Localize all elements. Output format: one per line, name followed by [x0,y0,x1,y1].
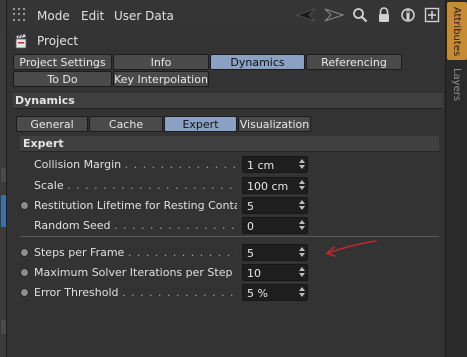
field-value: 0 [247,220,254,233]
side-tab-strip: Attributes Layers [445,0,467,357]
section-title: Dynamics [15,94,75,107]
stepper-arrows-icon[interactable] [298,267,305,279]
field-value: 10 [247,267,261,280]
tab-dynamics[interactable]: Dynamics [210,54,305,70]
collision-margin-field[interactable]: 1 cm [242,156,308,173]
stepper-arrows-icon[interactable] [298,180,305,192]
param-row-collision-margin: Collision Margin . . . . . . . . . . . .… [19,156,319,174]
field-value: 5 [247,247,254,260]
panel-edge-notch [1,320,6,334]
param-row-scale: Scale . . . . . . . . . . . . . . . . . … [19,177,319,195]
tab-to-do[interactable]: To Do [13,71,112,87]
subtab-expert[interactable]: Expert [164,116,237,132]
lock-icon[interactable] [375,6,393,24]
tab-key-interpolation[interactable]: Key Interpolation [113,71,209,87]
param-label: Restitution Lifetime for Resting Contact [34,199,237,212]
field-value: 100 cm [247,180,289,193]
stepper-arrows-icon[interactable] [298,200,305,212]
stepper-arrows-icon[interactable] [298,247,305,259]
side-tab-label: Attributes [451,6,463,56]
add-panel-icon[interactable] [423,6,441,24]
main-tabs-row-1: Project Settings Info Dynamics Referenci… [13,54,403,70]
tab-referencing[interactable]: Referencing [306,54,402,70]
stepper-arrows-icon[interactable] [298,220,305,232]
tab-project-settings[interactable]: Project Settings [13,54,112,70]
annotation-arrow-icon [326,240,377,257]
menu-edit[interactable]: Edit [81,9,104,23]
param-label: Scale . . . . . . . . . . . . . . . . . … [34,179,237,192]
side-tab-attributes[interactable]: Attributes [447,2,467,60]
animate-radio-icon[interactable] [20,288,29,297]
menu-mode[interactable]: Mode [37,9,70,23]
random-seed-field[interactable]: 0 [242,217,308,234]
param-row-random-seed: Random Seed . . . . . . . . . . . . . . … [19,217,319,235]
project-clapper-icon [13,33,29,49]
subtab-cache[interactable]: Cache [89,116,163,132]
settings-icon[interactable] [399,6,417,24]
group-header-expert: Expert [20,136,439,152]
param-label: Steps per Frame . . . . . . . . . . . . … [34,246,237,259]
param-row-error-threshold: Error Threshold . . . . . . . . . . . . … [19,284,319,302]
param-row-max-solver-iterations: Maximum Solver Iterations per Step . . .… [19,264,319,282]
adjacent-panel-edge [0,0,7,357]
param-row-steps-per-frame: Steps per Frame . . . . . . . . . . . . … [19,244,319,262]
attribute-manager: Mode Edit User Data Project Project Sett… [7,0,445,357]
stepper-arrows-icon[interactable] [298,159,305,171]
subtab-general[interactable]: General [16,116,88,132]
menu-user-data[interactable]: User Data [114,9,174,23]
error-threshold-field[interactable]: 5 % [242,284,308,301]
subtab-visualization[interactable]: Visualization [238,116,311,132]
side-tab-label: Layers [451,67,463,101]
toolbar-icons [295,6,441,24]
panel-edge-notch [1,168,6,182]
stepper-arrows-icon[interactable] [298,287,305,299]
param-label: Collision Margin . . . . . . . . . . . .… [34,158,237,171]
steps-per-frame-field[interactable]: 5 [242,244,308,261]
restitution-lifetime-field[interactable]: 5 [242,197,308,214]
object-header: Project [7,31,445,51]
max-solver-iterations-field[interactable]: 10 [242,264,308,281]
search-icon[interactable] [351,6,369,24]
animate-radio-icon[interactable] [20,268,29,277]
animate-radio-icon[interactable] [20,201,29,210]
animate-radio-icon[interactable] [20,248,29,257]
param-label: Random Seed . . . . . . . . . . . . . . … [34,219,237,232]
panel-edge-highlight [1,195,6,227]
field-value: 5 % [247,287,268,300]
main-tabs-row-2: To Do Key Interpolation [13,71,210,87]
sub-tabs: General Cache Expert Visualization [16,116,312,132]
menubar: Mode Edit User Data [7,0,445,29]
param-row-restitution-lifetime: Restitution Lifetime for Resting Contact… [19,197,319,215]
param-label: Maximum Solver Iterations per Step . . .… [34,266,237,279]
scale-field[interactable]: 100 cm [242,177,308,194]
field-value: 5 [247,200,254,213]
param-label: Error Threshold . . . . . . . . . . . . … [34,286,237,299]
tab-info[interactable]: Info [113,54,209,70]
pointer-right-icon[interactable] [323,6,345,24]
field-value: 1 cm [247,159,275,172]
object-name: Project [37,34,79,48]
group-title: Expert [23,137,64,150]
pointer-left-icon[interactable] [295,6,317,24]
side-tab-layers[interactable]: Layers [447,64,467,104]
drag-grip-icon[interactable] [13,8,25,22]
section-header-dynamics: Dynamics [13,93,443,109]
